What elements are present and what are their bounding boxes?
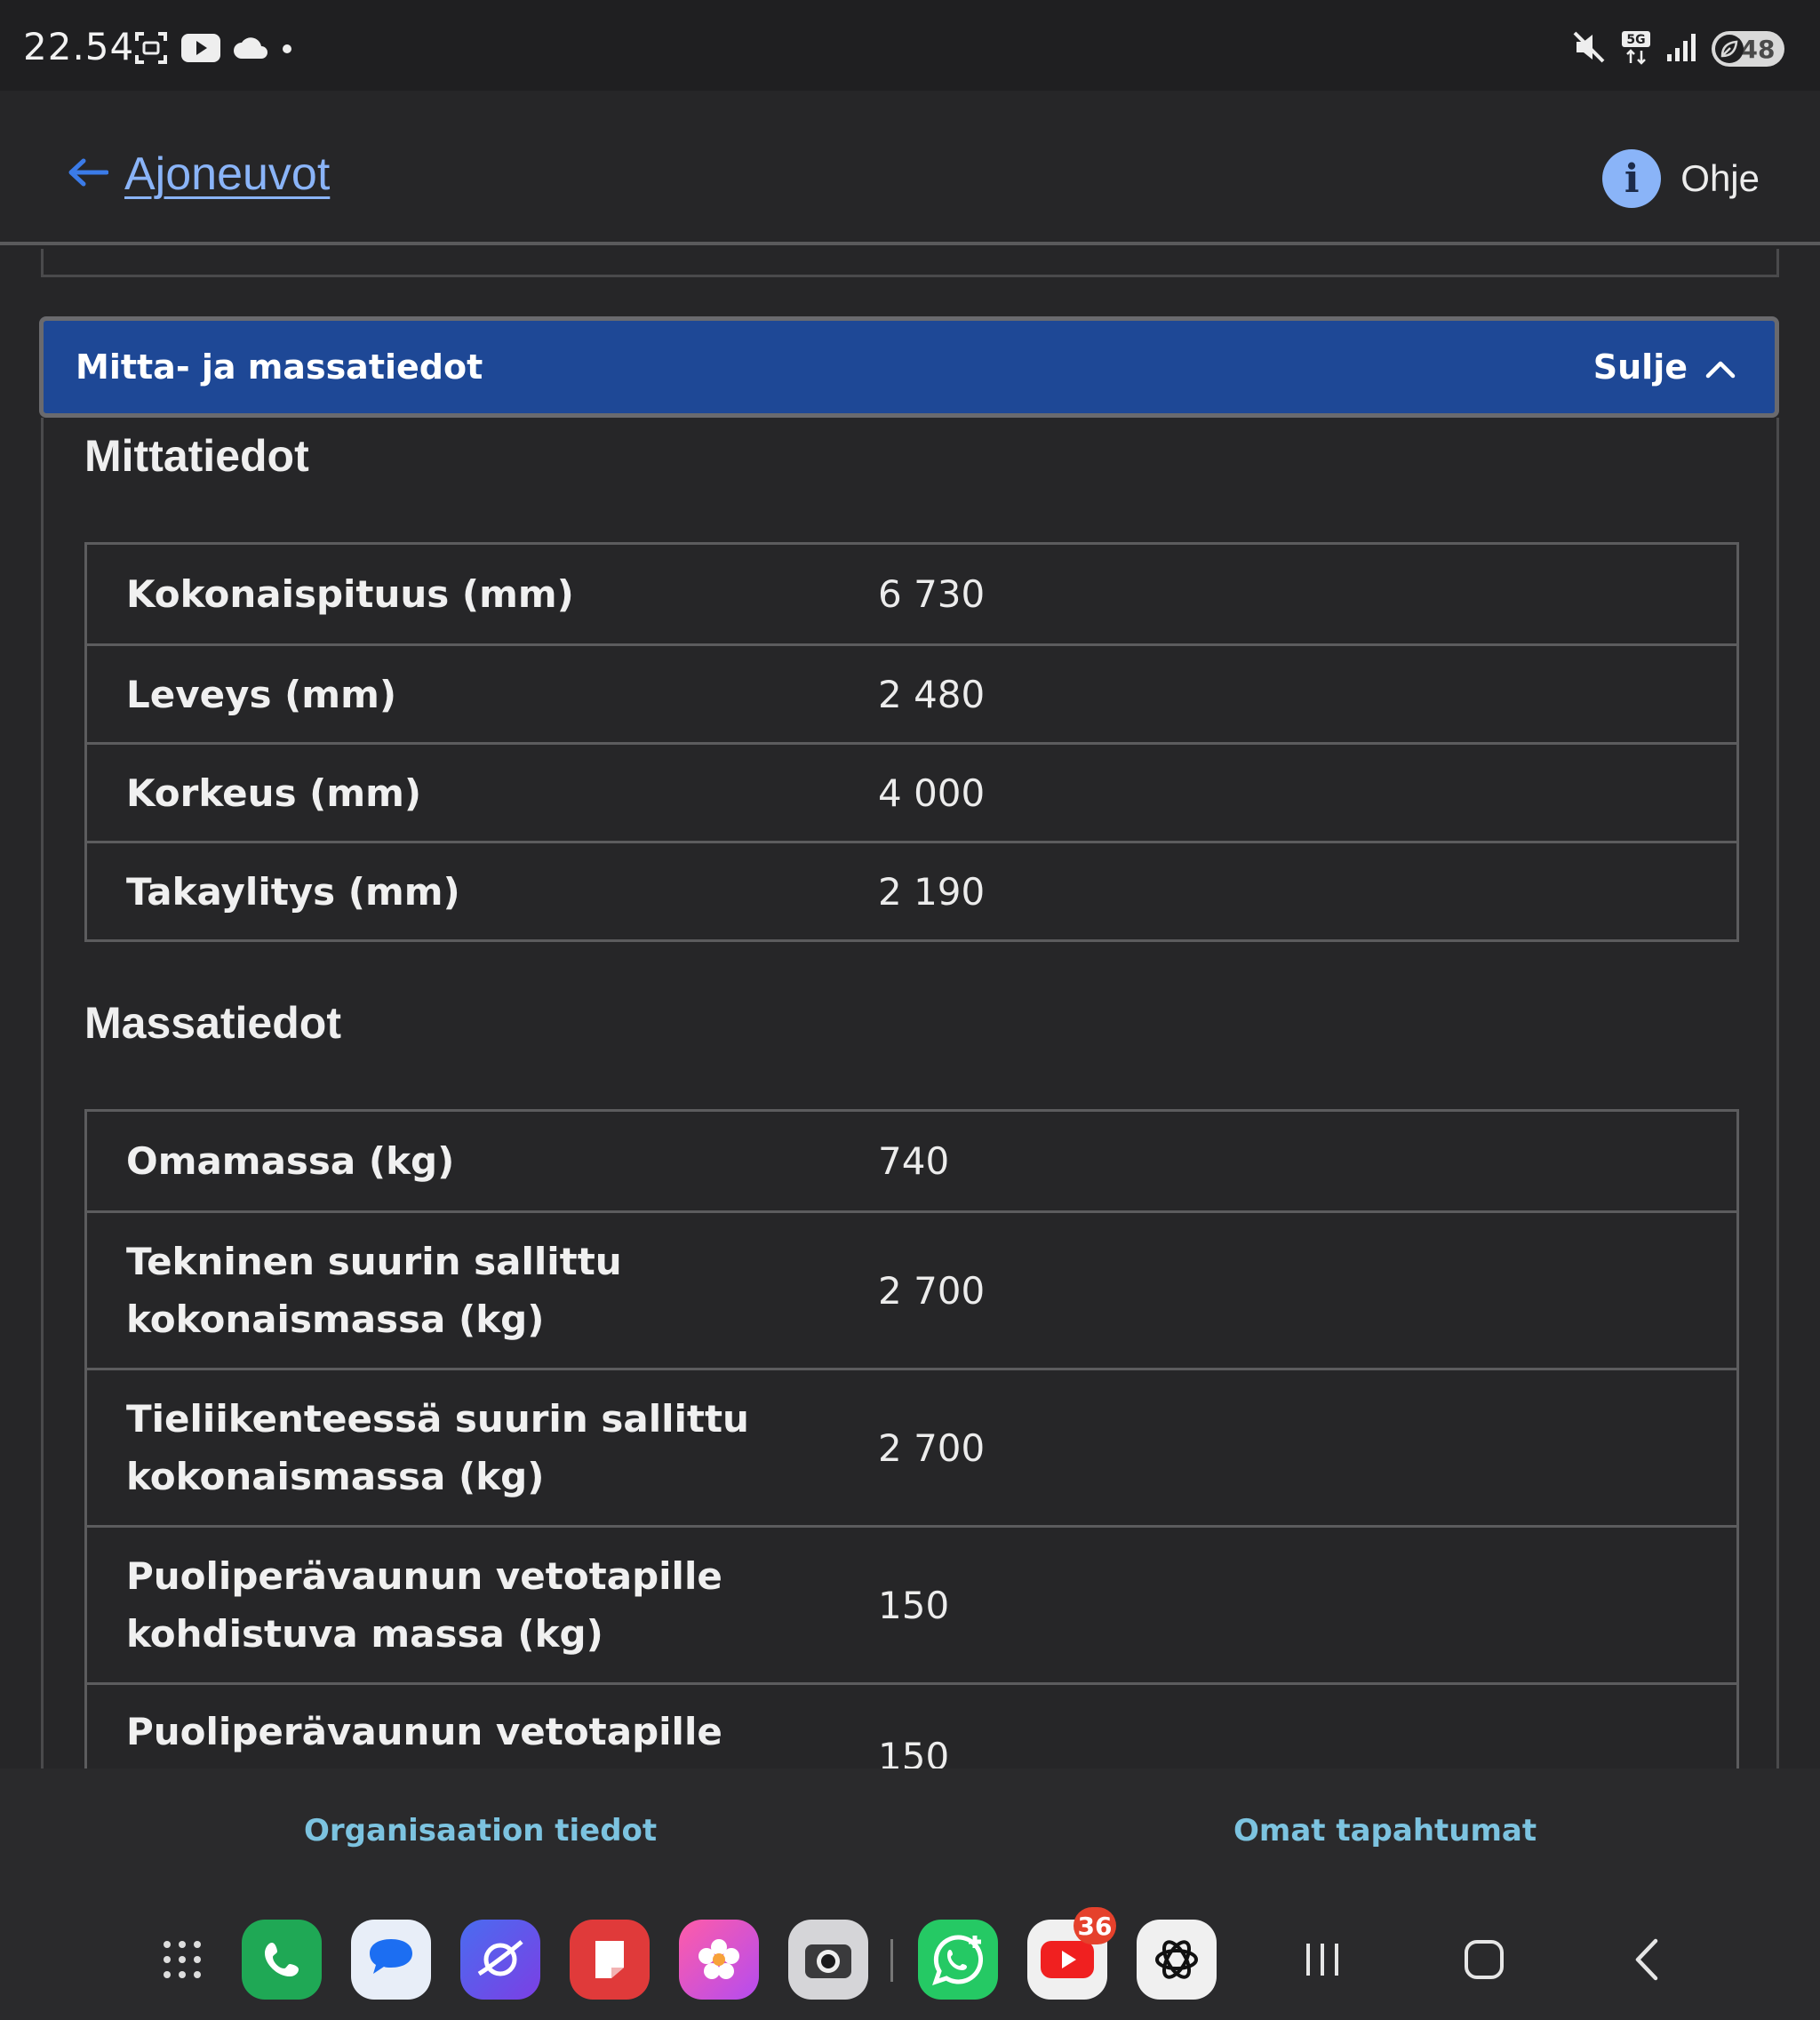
mute-icon (1571, 29, 1607, 68)
table-row: Takaylitys (mm) 2 190 (87, 841, 1736, 939)
row-label: Takaylitys (mm) (126, 869, 460, 914)
dot-icon (281, 42, 293, 59)
app-header: Ajoneuvot i Ohje (0, 91, 1820, 245)
bottom-nav: Organisaation tiedot Omat tapahtumat (0, 1768, 1820, 1898)
battery-indicator: 48 (1712, 31, 1784, 67)
taskbar-dock: 36 (0, 1898, 1820, 2020)
section-body: Mittatiedot Kokonaispituus (mm) 6 730 Le… (41, 418, 1779, 1768)
chevron-up-icon (1705, 347, 1736, 387)
gallery-app[interactable] (679, 1920, 759, 2000)
openai-knot-icon (1155, 1940, 1198, 1979)
row-value: 150 (878, 1583, 950, 1627)
phone-app[interactable] (242, 1920, 322, 2000)
row-value: 2 190 (878, 869, 986, 914)
whatsapp-icon (932, 1935, 984, 1985)
organisation-info-link[interactable]: Organisaation tiedot (304, 1813, 657, 1848)
table-row: Tieliikenteessä suurin sallittu kokonais… (87, 1368, 1736, 1525)
section-header-mitta-ja-massatiedot[interactable]: Mitta- ja massatiedot Sulje (39, 316, 1779, 418)
youtube-icon (1041, 1941, 1094, 1978)
network-5g-icon: 5G (1621, 29, 1651, 68)
row-label: Omamassa (kg) (126, 1139, 455, 1183)
dimensions-heading: Mittatiedot (84, 431, 309, 481)
row-label: Kokonaispituus (mm) (126, 572, 574, 616)
row-label: Tieliikenteessä suurin sallittu kokonais… (126, 1397, 749, 1498)
chevron-left-icon (1635, 1938, 1658, 1981)
row-value: 6 730 (878, 572, 986, 616)
chat-bubble-icon (370, 1939, 412, 1974)
row-value: 4 000 (878, 770, 986, 815)
row-value: 740 (878, 1139, 950, 1183)
internet-app[interactable] (460, 1920, 540, 2000)
notification-badge: 36 (1074, 1907, 1116, 1944)
row-label: Korkeus (mm) (126, 770, 422, 815)
row-value: 2 700 (878, 1268, 986, 1313)
note-icon (595, 1941, 624, 1978)
notes-app[interactable] (570, 1920, 650, 2000)
previous-section-box (41, 249, 1779, 277)
dimensions-table: Kokonaispituus (mm) 6 730 Leveys (mm) 2 … (84, 542, 1739, 942)
dock-divider (890, 1939, 893, 1982)
flower-icon (698, 1939, 739, 1979)
close-toggle[interactable]: Sulje (1593, 347, 1736, 387)
table-row: Kokonaispituus (mm) 6 730 (87, 545, 1736, 643)
table-row: Tekninen suurin sallittu kokonaismassa (… (87, 1210, 1736, 1368)
table-row: Puoliperävaunun vetotapille kohdistuva m… (87, 1525, 1736, 1682)
camera-app[interactable] (788, 1920, 868, 2000)
youtube-app[interactable]: 36 (1027, 1907, 1116, 2000)
cloud-icon (233, 36, 268, 64)
grid-icon (164, 1941, 201, 1978)
chatgpt-app[interactable] (1137, 1920, 1217, 2000)
status-system-icons: 5G 48 (1571, 28, 1784, 69)
recents-icon (1306, 1944, 1338, 1976)
row-label: Puoliperävaunun vetotapille kohdistuva m… (126, 1554, 722, 1656)
section-title: Mitta- ja massatiedot (76, 347, 483, 387)
table-row: Korkeus (mm) 4 000 (87, 742, 1736, 841)
back-link-label: Ajoneuvot (124, 148, 331, 200)
arrow-left-icon (68, 157, 109, 191)
help-label: Ohje (1680, 157, 1760, 199)
messages-app[interactable] (351, 1920, 431, 2000)
svg-text:5G: 5G (1626, 33, 1645, 47)
home-icon (1465, 1940, 1504, 1979)
row-label: Puoliperävaunun vetotapille (126, 1710, 722, 1753)
help-button[interactable]: i Ohje (1602, 149, 1760, 208)
screenshot-icon (133, 30, 169, 69)
row-value: 2 700 (878, 1425, 986, 1470)
status-time: 22.54 (23, 25, 135, 68)
app-drawer-button[interactable] (151, 1928, 213, 1991)
masses-heading: Massatiedot (84, 998, 341, 1048)
back-button[interactable] (1616, 1928, 1678, 1991)
power-saving-leaf-icon (1715, 35, 1744, 63)
status-bar: 22.54 5G 48 (0, 0, 1820, 91)
table-row: Omamassa (kg) 740 (87, 1112, 1736, 1210)
camera-icon (805, 1944, 851, 1978)
youtube-status-icon (181, 34, 220, 66)
table-row: Puoliperävaunun vetotapille 150 (87, 1682, 1736, 1768)
status-notification-icons (133, 30, 293, 69)
phone-icon (265, 1943, 299, 1976)
recent-apps-button[interactable] (1291, 1928, 1353, 1991)
info-icon: i (1602, 149, 1662, 208)
whatsapp-app[interactable] (918, 1920, 998, 2000)
signal-icon (1665, 31, 1697, 67)
table-row: Leveys (mm) 2 480 (87, 643, 1736, 742)
home-button[interactable] (1453, 1928, 1515, 1991)
masses-table: Omamassa (kg) 740 Tekninen suurin sallit… (84, 1109, 1739, 1768)
back-link[interactable]: Ajoneuvot (68, 148, 330, 201)
battery-level: 48 (1740, 34, 1776, 64)
close-toggle-label: Sulje (1592, 347, 1688, 387)
own-events-link[interactable]: Omat tapahtumat (1233, 1813, 1537, 1848)
scroll-content[interactable]: Mitta- ja massatiedot Sulje Mittatiedot … (0, 249, 1820, 1768)
browser-planet-icon (477, 1940, 523, 1976)
row-value: 2 480 (878, 672, 986, 716)
row-label: Leveys (mm) (126, 672, 397, 716)
row-label: Tekninen suurin sallittu kokonaismassa (… (126, 1240, 622, 1341)
row-value: 150 (878, 1735, 950, 1768)
